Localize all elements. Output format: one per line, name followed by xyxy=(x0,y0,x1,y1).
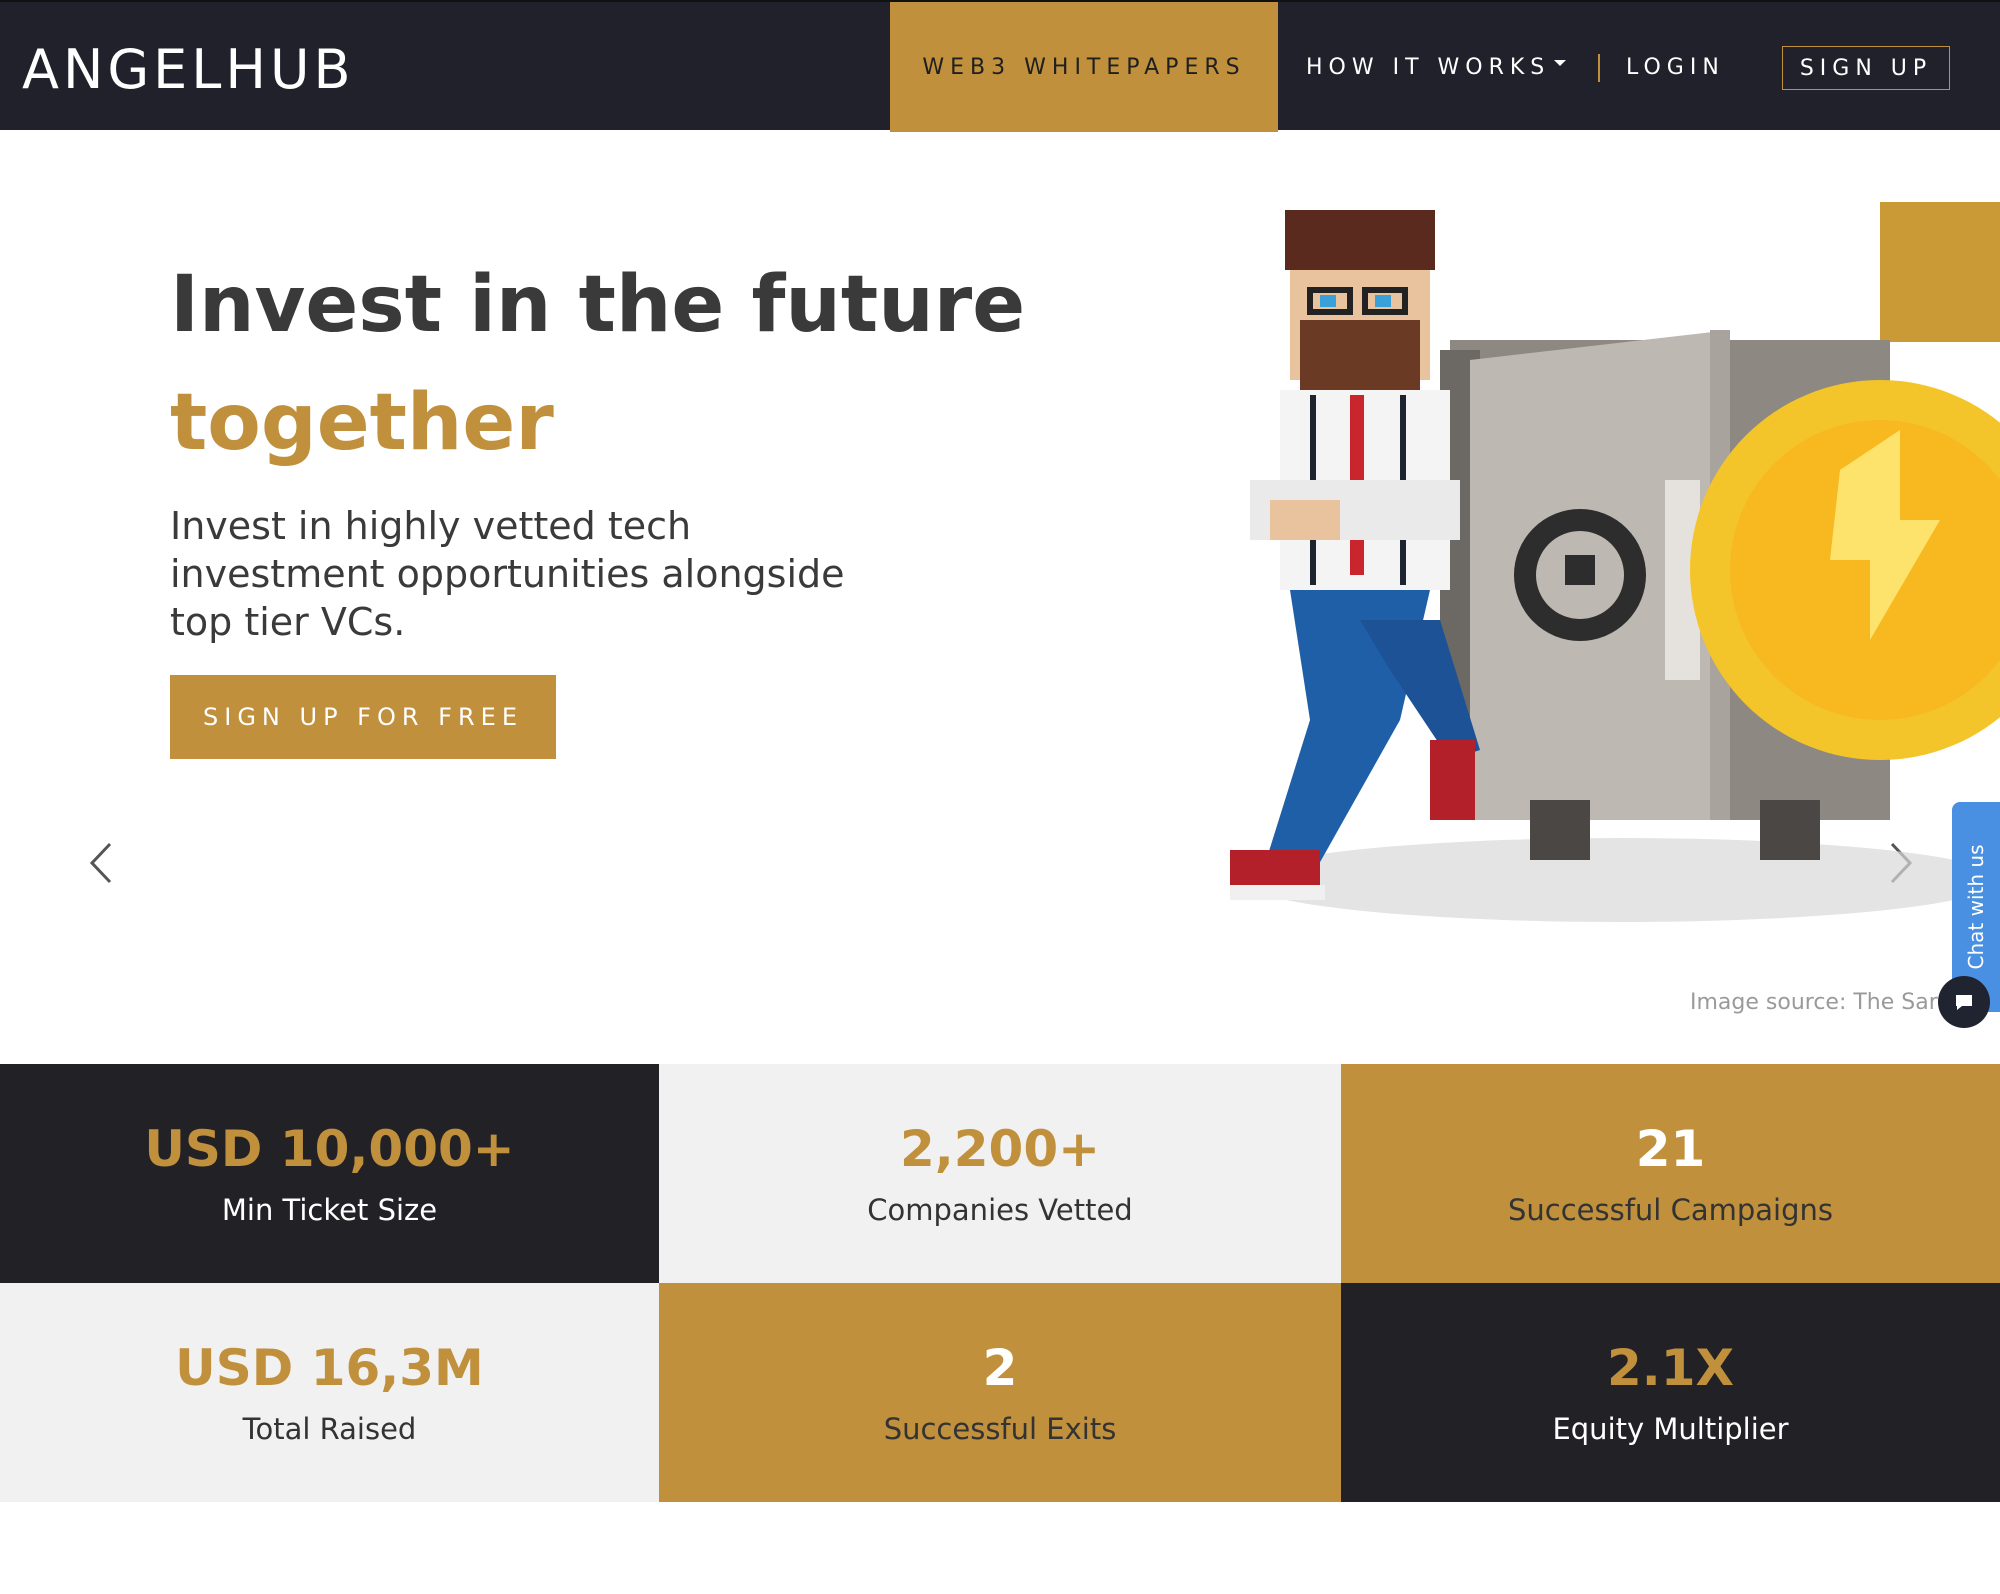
hero-subtitle: Invest in highly vetted tech investment … xyxy=(170,504,845,644)
stat-label: Min Ticket Size xyxy=(221,1192,438,1227)
stat-label: Total Raised xyxy=(242,1411,417,1446)
page-bottom-spacer xyxy=(0,1502,2000,1594)
nav-web3-whitepapers[interactable]: WEB3 WHITEPAPERS xyxy=(890,2,1278,132)
sign-up-for-free-button[interactable]: SIGN UP FOR FREE xyxy=(170,675,556,759)
stat-successful-exits: 2 Successful Exits xyxy=(659,1283,1341,1502)
stat-min-ticket-size: USD 10,000+ Min Ticket Size xyxy=(0,1064,659,1283)
carousel-prev-arrow-icon[interactable] xyxy=(82,838,122,888)
hero-illustration xyxy=(1230,202,2000,922)
stats-grid: USD 10,000+ Min Ticket Size 2,200+ Compa… xyxy=(0,1064,2000,1502)
navbar: ANGELHUB WEB3 WHITEPAPERS HOW IT WORKS L… xyxy=(0,0,2000,132)
stat-value: 2,200+ xyxy=(899,1119,1101,1178)
stat-label: Successful Exits xyxy=(883,1411,1117,1446)
stat-equity-multiplier: 2.1X Equity Multiplier xyxy=(1341,1283,2000,1502)
hero-title-accent: together xyxy=(170,378,554,468)
stat-value: 21 xyxy=(1635,1119,1706,1178)
stat-label: Successful Campaigns xyxy=(1507,1192,1833,1227)
stat-total-raised: USD 16,3M Total Raised xyxy=(0,1283,659,1502)
image-source-caption: Image source: The Sar xyxy=(1690,990,1938,1015)
stat-value: 2 xyxy=(982,1338,1018,1397)
stat-value: 2.1X xyxy=(1606,1338,1735,1397)
message-icon xyxy=(1956,995,1972,1010)
stat-value: USD 16,3M xyxy=(175,1338,484,1397)
caret-down-icon xyxy=(1554,60,1567,66)
stat-companies-vetted: 2,200+ Companies Vetted xyxy=(659,1064,1341,1283)
nav-how-it-works[interactable]: HOW IT WORKS xyxy=(1306,2,1567,132)
stat-label: Companies Vetted xyxy=(867,1192,1133,1227)
chat-bubble-icon[interactable] xyxy=(1938,976,1990,1028)
stat-label: Equity Multiplier xyxy=(1552,1411,1789,1446)
chat-with-us-label: Chat with us xyxy=(1964,844,1988,970)
nav-how-it-works-label: HOW IT WORKS xyxy=(1306,54,1551,80)
nav-sign-up-button[interactable]: SIGN UP xyxy=(1782,46,1950,90)
nav-login[interactable]: LOGIN xyxy=(1626,2,1725,132)
hero-title: Invest in the future xyxy=(170,260,1026,350)
angelhub-logo[interactable]: ANGELHUB xyxy=(22,40,355,100)
stat-value: USD 10,000+ xyxy=(144,1119,515,1178)
nav-divider xyxy=(1598,54,1600,82)
stat-successful-campaigns: 21 Successful Campaigns xyxy=(1341,1064,2000,1283)
